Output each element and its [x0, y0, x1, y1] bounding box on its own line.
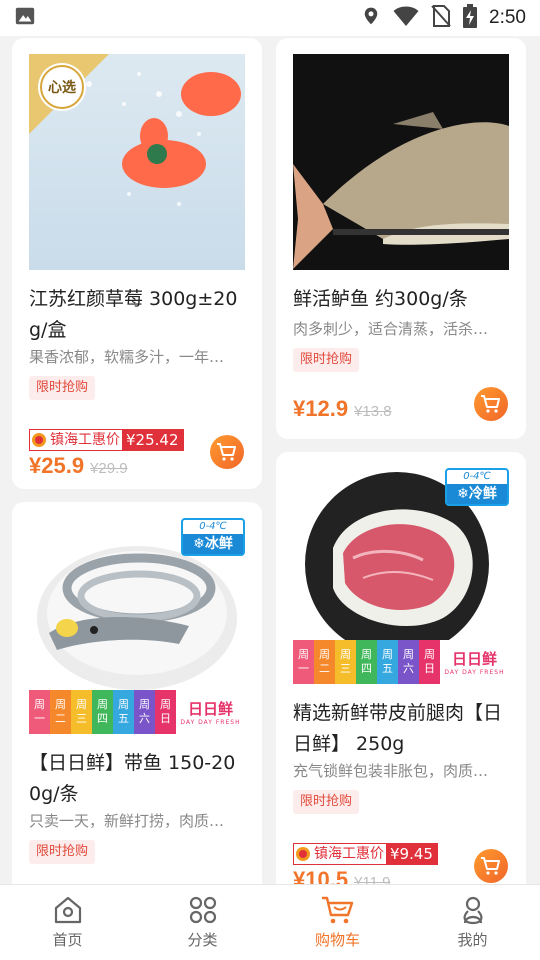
brand-name: 日日鲜	[451, 650, 497, 668]
product-card[interactable]: 鲜活鲈鱼 约300g/条 肉多刺少，适合清蒸，活杀… 限时抢购 ¥12.9 ¥1…	[276, 38, 526, 439]
nav-label: 购物车	[314, 931, 360, 949]
week-strip: 周一 周二 周三 周四 周五 周六 周日 日日鲜 DAY DAY FRESH	[293, 640, 509, 684]
week-day: 周二	[314, 640, 335, 684]
badge-label: 心选	[48, 80, 76, 96]
original-price: ¥11.9	[354, 874, 391, 884]
product-desc: 只卖一天，新鲜打捞，肉质…	[29, 812, 225, 830]
brand-sub: DAY DAY FRESH	[180, 719, 241, 726]
product-image	[293, 54, 509, 270]
no-sim-icon	[431, 5, 451, 31]
week-strip: 周一 周二 周三 周四 周五 周六 周日 日日鲜 DAY DAY FRESH	[29, 690, 245, 734]
wifi-icon	[393, 5, 419, 31]
sale-price: ¥12.9	[293, 396, 349, 421]
badge-main: ❄冷鲜	[447, 484, 507, 504]
week-day: 周四	[92, 690, 113, 734]
product-card[interactable]: 心选 江苏红颜草莓 300g±20g/盒 果香浓郁，软糯多汁，一年… 限时抢购 …	[12, 38, 262, 489]
coin-icon	[294, 844, 312, 864]
cart-add-icon	[217, 443, 236, 461]
sale-price: ¥10.5	[293, 867, 349, 884]
coin-icon	[30, 430, 48, 450]
brand-mark: 日日鲜 DAY DAY FRESH	[440, 640, 509, 684]
brand-mark: 日日鲜 DAY DAY FRESH	[176, 690, 245, 734]
member-price-value: ¥9.45	[386, 844, 437, 864]
week-day: 周五	[377, 640, 398, 684]
product-feed[interactable]: 心选 江苏红颜草莓 300g±20g/盒 果香浓郁，软糯多汁，一年… 限时抢购 …	[0, 36, 540, 884]
profile-icon	[462, 896, 483, 925]
week-day: 周三	[335, 640, 356, 684]
flash-sale-tag: 限时抢购	[29, 840, 96, 864]
clock: 2:50	[489, 7, 526, 28]
add-to-cart-button[interactable]	[210, 435, 244, 469]
member-price-badge: 镇海工惠价 ¥9.45	[293, 843, 438, 865]
battery-charging-icon	[463, 4, 478, 32]
product-card[interactable]: 0-4℃ ❄冷鲜 周一 周二 周三 周四 周五 周六 周日 日日鲜 DAY DA…	[276, 452, 526, 884]
week-day: 周六	[398, 640, 419, 684]
product-desc: 充气锁鲜包装非胀包，肉质…	[293, 762, 489, 780]
flash-sale-tag: 限时抢购	[293, 348, 360, 372]
sale-price: ¥25.9	[29, 453, 85, 478]
cart-add-icon	[481, 395, 500, 413]
heart-select-badge: 心选	[29, 54, 109, 134]
week-day: 周二	[50, 690, 71, 734]
week-day: 周六	[134, 690, 155, 734]
badge-temp: 0-4℃	[199, 521, 227, 532]
product-desc: 肉多刺少，适合清蒸，活杀…	[293, 320, 489, 338]
product-title[interactable]: 精选新鲜带皮前腿肉【日日鲜】 250g	[293, 698, 509, 760]
bottom-nav: 首页 分类 购物车 我的	[0, 884, 540, 960]
badge-text: 冰鲜	[204, 536, 233, 552]
category-icon	[189, 896, 216, 924]
nav-home[interactable]: 首页	[0, 885, 135, 960]
product-title[interactable]: 【日日鲜】带鱼 150-200g/条	[29, 748, 245, 810]
nav-cart[interactable]: 购物车	[270, 885, 405, 960]
nav-profile[interactable]: 我的	[405, 885, 540, 960]
week-day: 周三	[71, 690, 92, 734]
product-image: 心选	[29, 54, 245, 270]
week-day: 周五	[113, 690, 134, 734]
product-title[interactable]: 江苏红颜草莓 300g±20g/盒	[29, 284, 245, 346]
badge-text: 冷鲜	[468, 486, 497, 502]
home-icon	[54, 896, 81, 924]
member-price-label: 镇海工惠价	[312, 844, 386, 864]
chilled-badge: 0-4℃ ❄冰鲜	[181, 518, 245, 556]
product-card[interactable]: 0-4℃ ❄冰鲜 周一 周二 周三 周四 周五 周六 周日 日日鲜 DAY DA…	[12, 502, 262, 884]
price-row: ¥10.5 ¥11.9	[293, 867, 391, 884]
week-day: 周一	[29, 690, 50, 734]
add-to-cart-button[interactable]	[474, 849, 508, 883]
flash-sale-tag: 限时抢购	[29, 376, 96, 400]
cart-icon	[321, 896, 353, 924]
member-price-value: ¥25.42	[122, 430, 183, 450]
badge-main: ❄冰鲜	[183, 534, 243, 554]
image-icon	[14, 5, 36, 31]
location-icon	[361, 5, 381, 31]
week-day: 周日	[419, 640, 440, 684]
member-price-label: 镇海工惠价	[48, 430, 122, 450]
product-image: 0-4℃ ❄冰鲜 周一 周二 周三 周四 周五 周六 周日 日日鲜 DAY DA…	[29, 518, 245, 734]
product-title[interactable]: 鲜活鲈鱼 约300g/条	[293, 284, 509, 315]
badge-temp: 0-4℃	[463, 471, 491, 482]
brand-sub: DAY DAY FRESH	[444, 669, 505, 676]
original-price: ¥13.8	[354, 403, 392, 420]
week-day: 周一	[293, 640, 314, 684]
flash-sale-tag: 限时抢购	[293, 790, 360, 814]
original-price: ¥29.9	[90, 460, 128, 477]
nav-label: 我的	[457, 931, 488, 949]
nav-label: 分类	[187, 931, 218, 949]
add-to-cart-button[interactable]	[474, 387, 508, 421]
cart-add-icon	[481, 857, 500, 875]
week-day: 周四	[356, 640, 377, 684]
price-row: ¥12.9 ¥13.8	[293, 396, 392, 422]
nav-category[interactable]: 分类	[135, 885, 270, 960]
status-bar: 2:50	[0, 0, 540, 36]
week-day: 周日	[155, 690, 176, 734]
chilled-badge: 0-4℃ ❄冷鲜	[445, 468, 509, 506]
product-desc: 果香浓郁，软糯多汁，一年…	[29, 348, 225, 366]
price-row: ¥25.9 ¥29.9	[29, 453, 128, 479]
member-price-badge: 镇海工惠价 ¥25.42	[29, 429, 184, 451]
brand-name: 日日鲜	[187, 700, 233, 718]
nav-label: 首页	[52, 931, 83, 949]
product-image: 0-4℃ ❄冷鲜 周一 周二 周三 周四 周五 周六 周日 日日鲜 DAY DA…	[293, 468, 509, 684]
